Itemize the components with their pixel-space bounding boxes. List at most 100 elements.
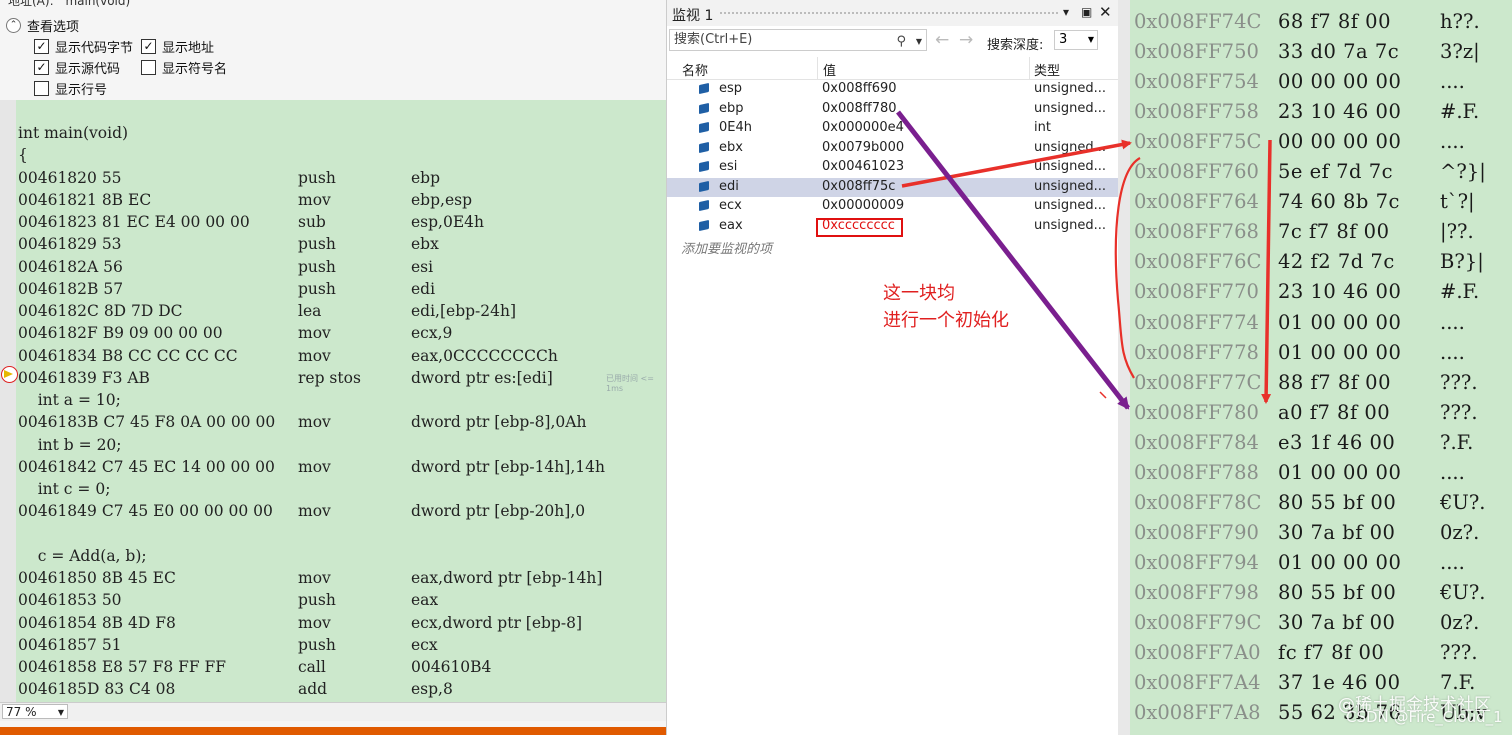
column-name-header[interactable]: 名称: [682, 60, 708, 79]
asm-mnemonic: push: [298, 257, 336, 276]
checkbox-checked-icon[interactable]: ✓: [141, 39, 156, 54]
address-value[interactable]: main(void): [65, 0, 130, 8]
watch-row[interactable]: 0E4h 0x000000e4 int: [667, 119, 1119, 139]
breakpoint-margin[interactable]: [0, 100, 16, 702]
checkbox-checked-icon[interactable]: ✓: [34, 39, 49, 54]
view-options-header[interactable]: ⌃ 查看选项: [6, 16, 79, 35]
column-divider[interactable]: [817, 57, 818, 79]
memory-pane[interactable]: 0x008FF74C 68 f7 8f 00 h??. 0x008FF750 33 d0…: [1130, 0, 1512, 735]
memory-address: 0x008FF770: [1134, 280, 1259, 304]
watch-value[interactable]: 0x00461023: [822, 159, 904, 174]
watch-row[interactable]: esp 0x008ff690 unsigned...: [667, 80, 1119, 100]
dropdown-icon[interactable]: ▾: [1063, 5, 1069, 19]
asm-operands: edi,[ebp-24h]: [411, 302, 517, 320]
column-type-header[interactable]: 类型: [1034, 60, 1060, 79]
watch-type: unsigned...: [1034, 139, 1107, 155]
memory-ascii: ^?}|: [1440, 160, 1486, 184]
column-divider[interactable]: [1029, 57, 1030, 79]
show-code-bytes-checkbox[interactable]: ✓ 显示代码字节: [34, 37, 133, 56]
memory-row[interactable]: 0x008FF778 01 00 00 00....: [1130, 338, 1512, 368]
watch-value[interactable]: 0x000000e4: [822, 120, 904, 135]
memory-ascii: ....: [1440, 130, 1465, 154]
memory-row[interactable]: 0x008FF760 5e ef 7d 7c ^?}|: [1130, 157, 1512, 187]
source-line[interactable]: c = Add(a, b);: [18, 545, 147, 567]
watch-value[interactable]: 0x00000009: [822, 198, 904, 213]
memory-row[interactable]: 0x008FF758 23 10 46 00 #.F.: [1130, 97, 1512, 127]
forward-arrow-icon[interactable]: →: [959, 30, 973, 50]
memory-row[interactable]: 0x008FF774 01 00 00 00....: [1130, 308, 1512, 338]
add-watch-hint[interactable]: 添加要监视的项: [681, 238, 772, 257]
watch-name: esi: [719, 159, 738, 174]
search-input[interactable]: 搜索(Ctrl+E) ⚲ ▼: [669, 29, 927, 51]
memory-row[interactable]: 0x008FF78C 80 55 bf 00 €U?.: [1130, 488, 1512, 518]
asm-operands: eax,0CCCCCCCCh: [411, 346, 558, 365]
show-address-checkbox[interactable]: ✓ 显示地址: [141, 37, 214, 56]
source-line[interactable]: int main(void): [18, 122, 128, 144]
watch-title-bar[interactable]: 监视 1 ▾ ▣ ✕: [667, 0, 1119, 26]
show-source-checkbox[interactable]: ✓ 显示源代码: [34, 58, 120, 77]
source-line[interactable]: int c = 0;: [18, 478, 111, 500]
memory-row[interactable]: 0x008FF7A0 fc f7 8f 00???.: [1130, 638, 1512, 668]
checkbox-unchecked-icon[interactable]: [34, 81, 49, 96]
back-arrow-icon[interactable]: ←: [935, 30, 949, 50]
memory-address: 0x008FF7A0: [1134, 641, 1261, 665]
watch-row[interactable]: ecx 0x00000009 unsigned...: [667, 197, 1119, 217]
checkbox-checked-icon[interactable]: ✓: [34, 60, 49, 75]
memory-row[interactable]: 0x008FF788 01 00 00 00....: [1130, 458, 1512, 488]
memory-row[interactable]: 0x008FF784 e3 1f 46 00 ?.F.: [1130, 428, 1512, 458]
memory-row[interactable]: 0x008FF790 30 7a bf 00 0z?.: [1130, 518, 1512, 548]
memory-row[interactable]: 0x008FF794 01 00 00 00....: [1130, 548, 1512, 578]
drag-grip[interactable]: [719, 11, 1059, 16]
memory-row[interactable]: 0x008FF754 00 00 00 00....: [1130, 67, 1512, 97]
memory-address: 0x008FF758: [1134, 100, 1259, 124]
memory-ascii: 3?z|: [1440, 40, 1480, 64]
watch-row[interactable]: esi 0x00461023 unsigned...: [667, 158, 1119, 178]
memory-row[interactable]: 0x008FF764 74 60 8b 7c t`?|: [1130, 187, 1512, 217]
show-symbol-names-checkbox[interactable]: 显示符号名: [141, 58, 227, 77]
watch-value[interactable]: 0x008ff780: [822, 101, 897, 116]
memory-row[interactable]: 0x008FF780 a0 f7 8f 00???.: [1130, 398, 1512, 428]
chevron-down-icon[interactable]: ▼: [916, 32, 922, 52]
source-line[interactable]: int b = 20;: [18, 434, 122, 456]
asm-address: 00461820 55: [18, 168, 122, 187]
asm-mnemonic: call: [298, 658, 326, 676]
zoom-select[interactable]: 77 % ▼: [2, 704, 68, 719]
pane-splitter[interactable]: [1118, 0, 1130, 735]
checkbox-unchecked-icon[interactable]: [141, 60, 156, 75]
memory-row[interactable]: 0x008FF79C 30 7a bf 00 0z?.: [1130, 608, 1512, 638]
show-line-numbers-checkbox[interactable]: 显示行号: [34, 79, 107, 98]
watch-value[interactable]: 0x008ff690: [822, 81, 897, 96]
memory-bytes: 5e ef 7d 7c: [1278, 160, 1394, 184]
chevron-down-icon[interactable]: ▼: [1088, 31, 1094, 49]
memory-bytes: 33 d0 7a 7c: [1278, 40, 1400, 64]
maximize-icon[interactable]: ▣: [1081, 5, 1092, 19]
checkbox-label: 显示地址: [162, 41, 215, 56]
watch-row[interactable]: ebp 0x008ff780 unsigned...: [667, 100, 1119, 120]
search-icon[interactable]: ⚲: [896, 32, 906, 52]
memory-row[interactable]: 0x008FF74C 68 f7 8f 00 h??.: [1130, 7, 1512, 37]
watch-value[interactable]: 0x008ff75c: [822, 179, 895, 194]
memory-row[interactable]: 0x008FF770 23 10 46 00 #.F.: [1130, 277, 1512, 307]
asm-address: 00461821 8B EC: [18, 190, 152, 209]
watch-value[interactable]: 0x0079b000: [822, 140, 904, 155]
memory-bytes: 00 00 00 00: [1278, 70, 1402, 94]
collapse-icon[interactable]: ⌃: [6, 18, 21, 33]
source-line[interactable]: int a = 10;: [18, 389, 121, 411]
memory-row[interactable]: 0x008FF798 80 55 bf 00 €U?.: [1130, 578, 1512, 608]
column-value-header[interactable]: 值: [823, 60, 836, 79]
source-line[interactable]: {: [18, 144, 28, 166]
memory-row[interactable]: 0x008FF76C 42 f2 7d 7c B?}|: [1130, 247, 1512, 277]
memory-row[interactable]: 0x008FF77C 88 f7 8f 00???.: [1130, 368, 1512, 398]
watch-row[interactable]: edi 0x008ff75c unsigned...: [667, 177, 1119, 197]
search-depth-select[interactable]: 3 ▼: [1054, 30, 1098, 50]
disassembly-code[interactable]: int main(void){00461820 55 push ebp 0046182…: [16, 100, 666, 702]
memory-row[interactable]: 0x008FF768 7c f7 8f 00 |??.: [1130, 217, 1512, 247]
memory-bytes: 68 f7 8f 00: [1278, 10, 1391, 33]
memory-row[interactable]: 0x008FF750 33 d0 7a 7c 3?z|: [1130, 37, 1512, 67]
chevron-down-icon[interactable]: ▼: [58, 705, 64, 720]
close-icon[interactable]: ✕: [1099, 3, 1112, 21]
watch-row[interactable]: ebx 0x0079b000 unsigned...: [667, 139, 1119, 159]
memory-ascii: #.F.: [1440, 280, 1480, 304]
memory-row[interactable]: 0x008FF75C 00 00 00 00....: [1130, 127, 1512, 157]
asm-operands: ecx: [411, 635, 438, 654]
